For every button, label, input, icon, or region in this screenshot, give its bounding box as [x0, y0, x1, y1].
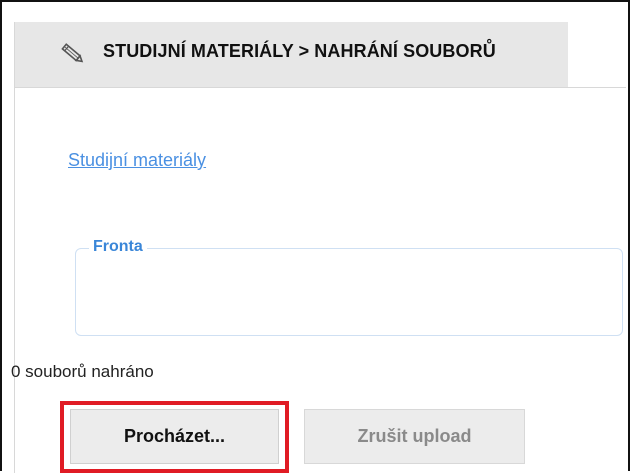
page-title: STUDIJNÍ MATERIÁLY > NAHRÁNÍ SOUBORŮ	[103, 41, 496, 61]
upload-queue-legend: Fronta	[89, 238, 147, 256]
pencil-icon	[61, 43, 84, 63]
upload-queue-box	[75, 248, 623, 336]
breadcrumb-link-study-materials[interactable]: Studijní materiály	[68, 150, 206, 171]
cancel-upload-button[interactable]: Zrušit upload	[304, 409, 525, 464]
browse-button[interactable]: Procházet...	[70, 409, 279, 464]
content-left-border	[14, 22, 15, 473]
upload-status-text: 0 souborů nahráno	[11, 362, 154, 381]
header-divider	[15, 87, 626, 88]
